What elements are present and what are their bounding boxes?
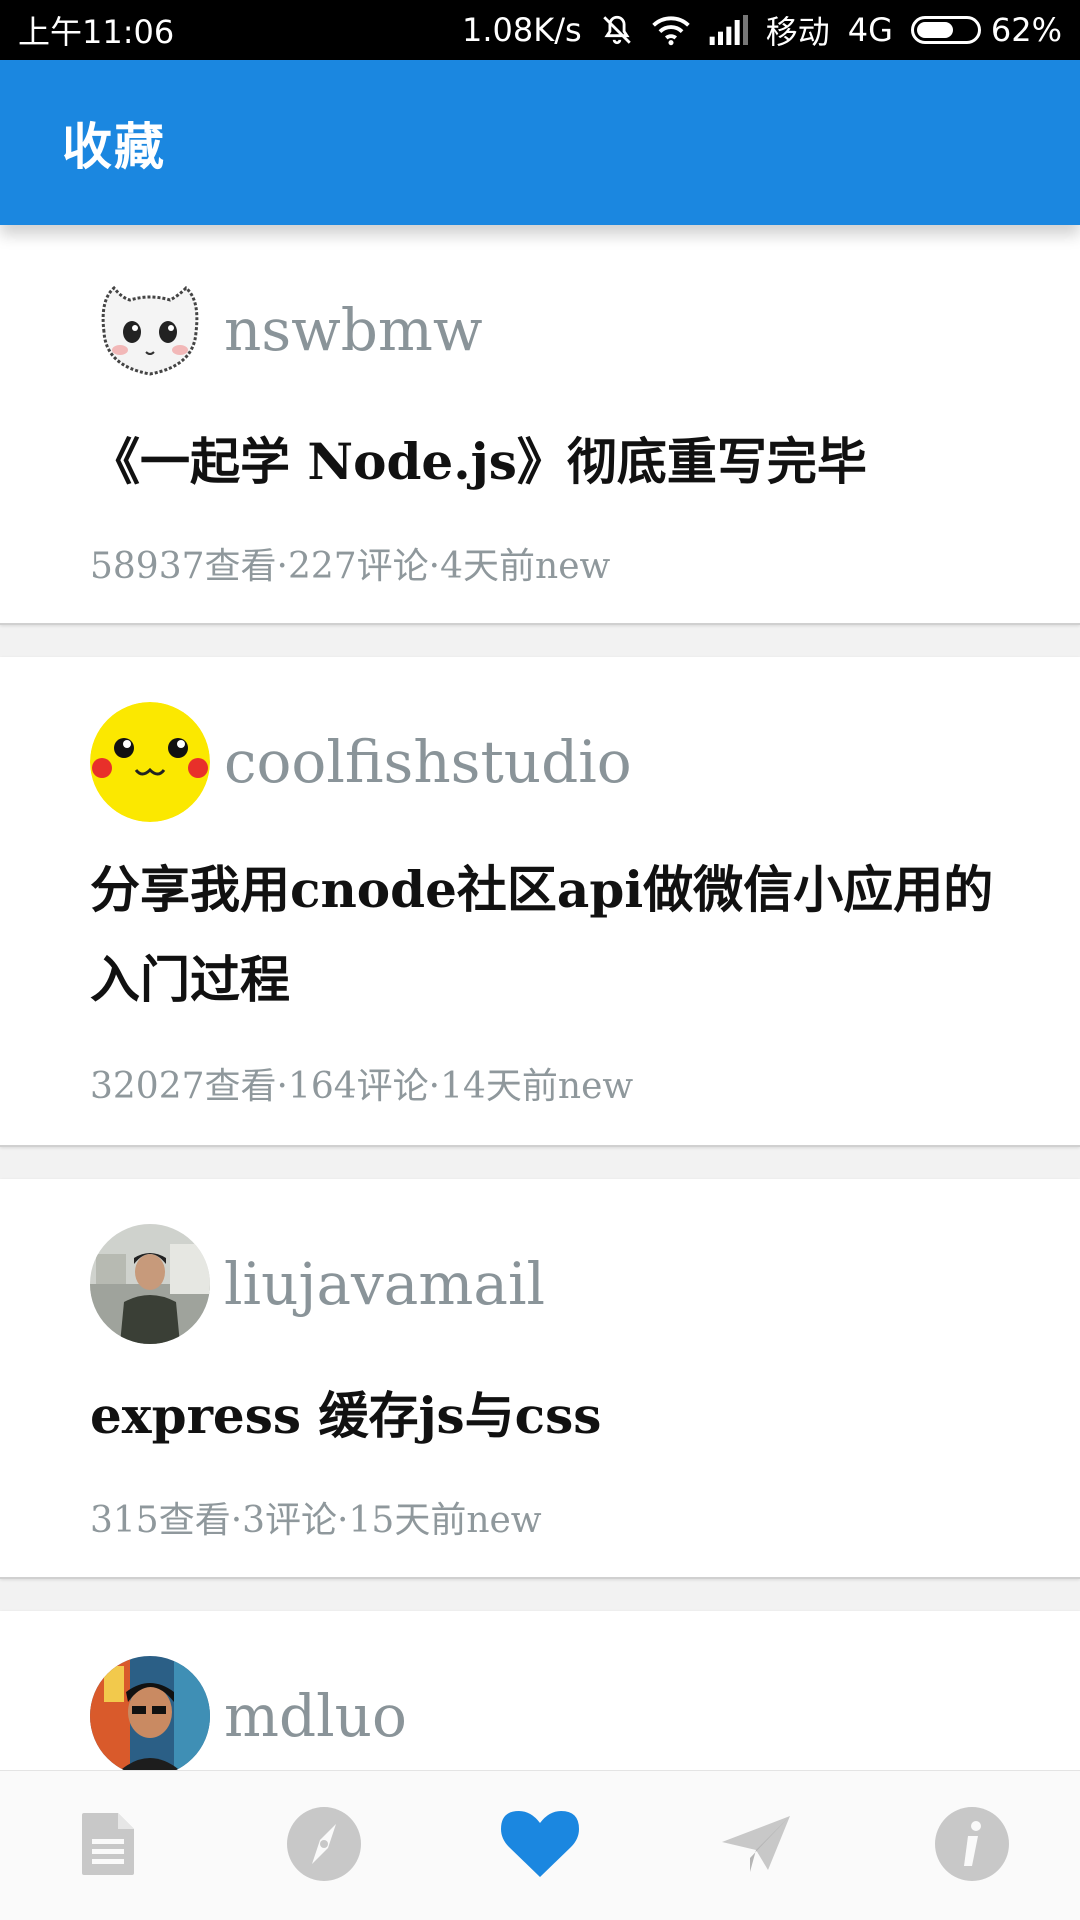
post-title[interactable]: 《一起学 Node.js》彻底重写完毕 [90, 417, 1020, 507]
author-row[interactable]: nswbmw [90, 270, 483, 390]
author-name[interactable]: nswbmw [224, 296, 483, 364]
mute-icon [600, 13, 634, 47]
app-bar: 收藏 [0, 60, 1080, 225]
avatar[interactable] [90, 702, 210, 822]
nav-about[interactable] [897, 1791, 1047, 1901]
status-time: 上午11:06 [18, 13, 175, 51]
battery-level-fill [916, 22, 953, 38]
status-indicators: 1.08K/s 移动 4G 62% [462, 7, 1062, 53]
bottom-navigation [0, 1770, 1080, 1920]
topics-icon[interactable] [78, 1811, 138, 1881]
list-item[interactable]: liujavamail express 缓存js与css 315查看·3评论·1… [0, 1179, 1080, 1579]
avatar[interactable] [90, 1224, 210, 1344]
post-meta: 315查看·3评论·15天前new [90, 1500, 542, 1541]
nav-topics[interactable] [33, 1791, 183, 1901]
carrier-name: 移动 [765, 13, 830, 51]
post-meta: 58937查看·227评论·4天前new [90, 546, 611, 587]
nav-explore[interactable] [249, 1791, 399, 1901]
nav-send[interactable] [681, 1791, 831, 1901]
send-plane-icon[interactable] [720, 1814, 792, 1878]
favorites-list[interactable]: nswbmw 《一起学 Node.js》彻底重写完毕 58937查看·227评论… [0, 225, 1080, 1770]
list-item[interactable]: nswbmw 《一起学 Node.js》彻底重写完毕 58937查看·227评论… [0, 225, 1080, 625]
post-meta: 32027查看·164评论·14天前new [90, 1066, 634, 1107]
about-info-icon[interactable] [934, 1806, 1010, 1886]
list-item[interactable]: mdluo [0, 1611, 1080, 1770]
author-name[interactable]: coolfishstudio [224, 728, 632, 796]
signal-icon [708, 15, 748, 45]
author-name[interactable]: mdluo [224, 1682, 407, 1750]
avatar[interactable] [90, 270, 210, 390]
list-item[interactable]: coolfishstudio 分享我用cnode社区api做微信小应用的入门过程… [0, 657, 1080, 1147]
author-row[interactable]: coolfishstudio [90, 702, 632, 822]
page-title: 收藏 [62, 117, 166, 176]
battery-indicator: 62% [910, 11, 1062, 49]
nav-favorites[interactable] [465, 1791, 615, 1901]
author-row[interactable]: mdluo [90, 1656, 407, 1770]
network-speed: 1.08K/s [462, 11, 582, 49]
favorites-heart-icon[interactable] [501, 1809, 579, 1883]
explore-compass-icon[interactable] [286, 1806, 362, 1886]
author-name[interactable]: liujavamail [224, 1250, 545, 1318]
post-title[interactable]: express 缓存js与css [90, 1371, 1020, 1461]
network-type: 4G [847, 11, 893, 49]
wifi-icon [651, 13, 690, 47]
status-bar: 上午11:06 1.08K/s 移动 4G 62% [0, 0, 1080, 60]
post-title[interactable]: 分享我用cnode社区api做微信小应用的入门过程 [90, 845, 1020, 1025]
battery-icon [910, 16, 981, 44]
author-row[interactable]: liujavamail [90, 1224, 545, 1344]
battery-percent: 62% [990, 11, 1062, 49]
avatar[interactable] [90, 1656, 210, 1770]
